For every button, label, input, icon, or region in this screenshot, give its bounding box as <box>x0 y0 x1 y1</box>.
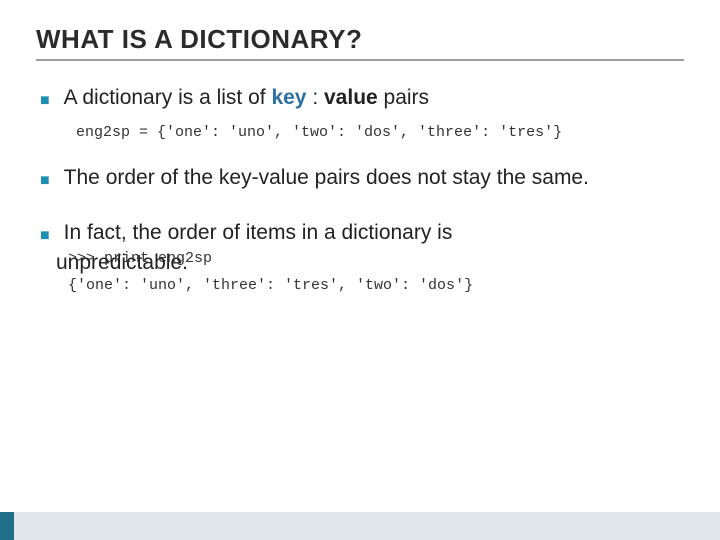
bullet-marker-icon: ■ <box>40 89 50 112</box>
bullet-1-text: A dictionary is a list of key : value pa… <box>64 83 684 113</box>
bullet-marker-icon: ■ <box>40 169 50 192</box>
bullet-3-line1: In fact, the order of items in a diction… <box>64 221 453 244</box>
code-line-1: eng2sp = {'one': 'uno', 'two': 'dos', 't… <box>76 124 562 141</box>
title-underline <box>36 59 684 61</box>
bullet-1-key: key <box>271 86 306 109</box>
footer-bar <box>0 512 720 540</box>
bullet-1-pre: A dictionary is a list of <box>64 86 272 109</box>
bullet-3-text: In fact, the order of items in a diction… <box>64 218 684 248</box>
bullet-1-value: value <box>324 86 378 109</box>
bullet-3-line2-wrap: unpredictable. >>> print eng2sp <box>56 248 684 278</box>
bullet-1-post: pairs <box>378 86 429 109</box>
bullet-1-sep: : <box>306 86 324 109</box>
bullet-2-text: The order of the key-value pairs does no… <box>64 163 684 193</box>
code-block-1: eng2sp = {'one': 'uno', 'two': 'dos', 't… <box>76 123 684 141</box>
bullet-marker-icon: ■ <box>40 224 50 247</box>
slide-title: WHAT IS A DICTIONARY? <box>36 24 684 55</box>
code-overlay-1: >>> print eng2sp <box>68 250 212 267</box>
slide: WHAT IS A DICTIONARY? ■ A dictionary is … <box>0 0 720 540</box>
bullet-2: ■ The order of the key-value pairs does … <box>40 163 684 193</box>
bullet-3: ■ In fact, the order of items in a dicti… <box>40 218 684 248</box>
code-overlay-2: {'one': 'uno', 'three': 'tres', 'two': '… <box>68 277 684 294</box>
bullet-1: ■ A dictionary is a list of key : value … <box>40 83 684 113</box>
footer-accent <box>0 512 14 540</box>
